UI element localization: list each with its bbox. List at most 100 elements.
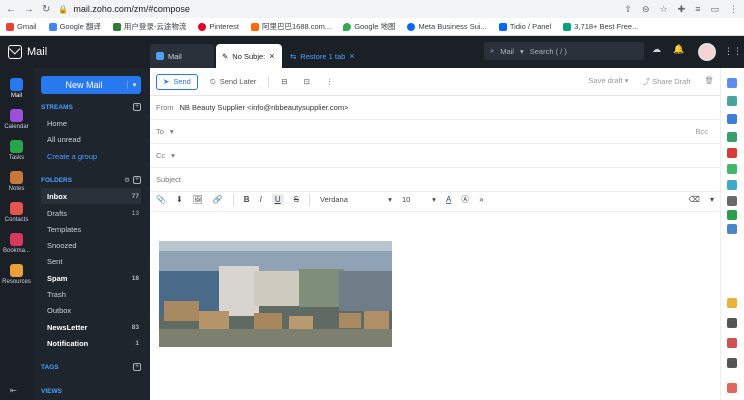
rail-tasks[interactable]: Tasks <box>0 140 33 161</box>
tab-compose[interactable]: ✎ No Subje: × <box>216 44 282 68</box>
integration-icon[interactable] <box>727 78 737 88</box>
settings-icon[interactable] <box>727 358 737 368</box>
from-field[interactable]: From NB Beauty Supplier <info@nbbeautysu… <box>150 96 720 120</box>
integration-icon[interactable] <box>727 164 737 174</box>
avatar[interactable] <box>698 43 716 61</box>
rail-bookmarks[interactable]: Bookma... <box>0 233 33 254</box>
chevron-down-icon[interactable]: ▾ <box>171 151 175 160</box>
folder-spam[interactable]: Spam 18 <box>41 270 141 286</box>
integration-icon[interactable] <box>727 114 737 124</box>
underline-icon[interactable]: U <box>271 194 284 205</box>
integration-icon[interactable] <box>727 96 737 106</box>
chevron-down-icon[interactable]: ▾ <box>710 195 714 204</box>
cc-field[interactable]: Cc ▾ <box>150 144 720 168</box>
reload-icon[interactable]: ↻ <box>42 4 50 15</box>
cloud-attach-icon[interactable]: ⬇ <box>176 195 183 204</box>
chat-icon[interactable] <box>727 383 737 393</box>
gear-icon[interactable] <box>727 318 737 328</box>
stream-all-unread[interactable]: All unread <box>41 131 141 147</box>
integration-icon[interactable] <box>727 298 737 308</box>
eraser-icon[interactable]: ⌫ <box>689 195 700 204</box>
bold-icon[interactable]: B <box>244 195 250 204</box>
bell-icon[interactable]: 🔔 <box>673 44 684 55</box>
create-group-link[interactable]: Create a group <box>41 148 141 164</box>
rail-mail[interactable]: Mail <box>0 78 33 99</box>
highlight-icon[interactable]: Ⓐ <box>461 194 469 205</box>
integration-icon[interactable] <box>727 132 737 142</box>
forward-icon[interactable]: → <box>24 4 34 15</box>
share-icon[interactable]: ⇪ <box>625 4 633 15</box>
send-button[interactable]: ➤ Send <box>156 73 198 90</box>
save-draft-button[interactable]: Save draft ▾ <box>588 76 628 87</box>
integration-icon[interactable] <box>727 148 737 158</box>
bookmark-free[interactable]: 3,718+ Best Free... <box>563 22 638 31</box>
new-mail-button[interactable]: New Mail ▾ <box>41 76 141 94</box>
strikethrough-icon[interactable]: S <box>294 195 299 204</box>
to-field[interactable]: To ▾ Bcc <box>150 120 720 144</box>
chevron-down-icon[interactable]: ▾ <box>170 127 174 136</box>
snippet-icon[interactable]: ⊡ <box>300 74 314 90</box>
add-folder-icon[interactable]: + <box>133 176 141 184</box>
image-icon[interactable]: 🖼 <box>193 195 203 204</box>
address-bar[interactable]: 🔒 mail.zoho.com/zm/#compose <box>58 2 616 16</box>
app-grid-icon[interactable]: ⋮⋮ <box>724 46 742 57</box>
expand-more-icon[interactable]: » <box>479 195 483 204</box>
gear-icon[interactable]: ⚙ <box>124 176 130 184</box>
menu-icon[interactable]: ⋮ <box>729 4 738 15</box>
stream-home[interactable]: Home <box>41 115 141 131</box>
back-icon[interactable]: ← <box>6 4 16 15</box>
tab-mail[interactable]: Mail <box>150 44 214 68</box>
send-later-button[interactable]: ⏲ Send Later <box>206 74 261 90</box>
inserted-image[interactable] <box>159 241 392 347</box>
app-logo[interactable]: Mail <box>0 45 150 59</box>
font-family-select[interactable]: Verdana ▾ <box>320 195 392 204</box>
bookmark-meta[interactable]: Meta Business Sui... <box>407 22 487 31</box>
share-draft-button[interactable]: ⤴ Share Draft <box>643 76 691 87</box>
folder-trash[interactable]: Trash <box>41 286 141 302</box>
bcc-toggle[interactable]: Bcc <box>695 127 708 136</box>
attach-icon[interactable]: 📎 <box>156 195 166 204</box>
integration-icon[interactable] <box>727 180 737 190</box>
folder-newsletter[interactable]: NewsLetter 83 <box>41 319 141 335</box>
bookmark-tidio[interactable]: Tidio / Panel <box>498 22 551 31</box>
check-icon[interactable] <box>727 210 737 220</box>
tab-restore[interactable]: ⇆ Restore 1 tab × <box>284 44 361 68</box>
bookmark-gmail[interactable]: Gmail <box>6 22 37 31</box>
chevron-down-icon[interactable]: ▾ <box>127 81 141 89</box>
search-scope[interactable]: Mail <box>500 47 514 56</box>
font-size-select[interactable]: 10 ▾ <box>402 195 436 204</box>
alarm-icon[interactable] <box>727 338 737 348</box>
folder-sent[interactable]: Sent <box>41 253 141 269</box>
sidebar-icon[interactable]: ▭ <box>710 4 719 15</box>
rail-resources[interactable]: Resources <box>0 264 33 285</box>
italic-icon[interactable]: I <box>260 195 262 204</box>
extensions-icon[interactable]: ✚ <box>678 4 686 15</box>
integration-icon[interactable] <box>727 224 737 234</box>
close-icon[interactable]: × <box>269 51 274 61</box>
add-stream-icon[interactable]: + <box>133 103 141 111</box>
folder-snoozed[interactable]: Snoozed <box>41 237 141 253</box>
bookmark-pinterest[interactable]: Pinterest <box>198 22 239 31</box>
link-icon[interactable]: 🔗 <box>213 195 223 204</box>
folder-notification[interactable]: Notification 1 <box>41 335 141 351</box>
rail-notes[interactable]: Notes <box>0 171 33 192</box>
integration-icon[interactable] <box>727 196 737 206</box>
zoom-icon[interactable]: ⊖ <box>642 4 650 15</box>
close-icon[interactable]: × <box>349 51 354 61</box>
cloud-sync-icon[interactable]: ☁ <box>652 44 661 55</box>
bookmark-yuntu[interactable]: 用户登录-云途物流 <box>112 21 186 32</box>
collapse-icon[interactable]: ⇤ <box>10 386 17 395</box>
folder-inbox[interactable]: Inbox 77 <box>41 188 141 204</box>
from-value[interactable]: NB Beauty Supplier <info@nbbeautysupplie… <box>180 103 349 112</box>
rail-calendar[interactable]: Calendar <box>0 109 33 130</box>
text-color-icon[interactable]: A <box>446 195 451 204</box>
bookmark-1688[interactable]: 阿里巴巴1688.com... <box>250 21 331 32</box>
search-input[interactable]: ⌕ Mail ▾ Search ( / ) <box>484 42 644 60</box>
add-tag-icon[interactable]: + <box>133 363 141 371</box>
bookmark-google-maps[interactable]: Google 地图 <box>343 21 395 32</box>
template-icon[interactable]: ⊟ <box>277 74 291 90</box>
bookmark-google-translate[interactable]: Google 翻译 <box>48 21 101 32</box>
rail-contacts[interactable]: Contacts <box>0 202 33 223</box>
star-icon[interactable]: ☆ <box>660 4 668 15</box>
more-icon[interactable]: ⋮ <box>322 74 338 90</box>
